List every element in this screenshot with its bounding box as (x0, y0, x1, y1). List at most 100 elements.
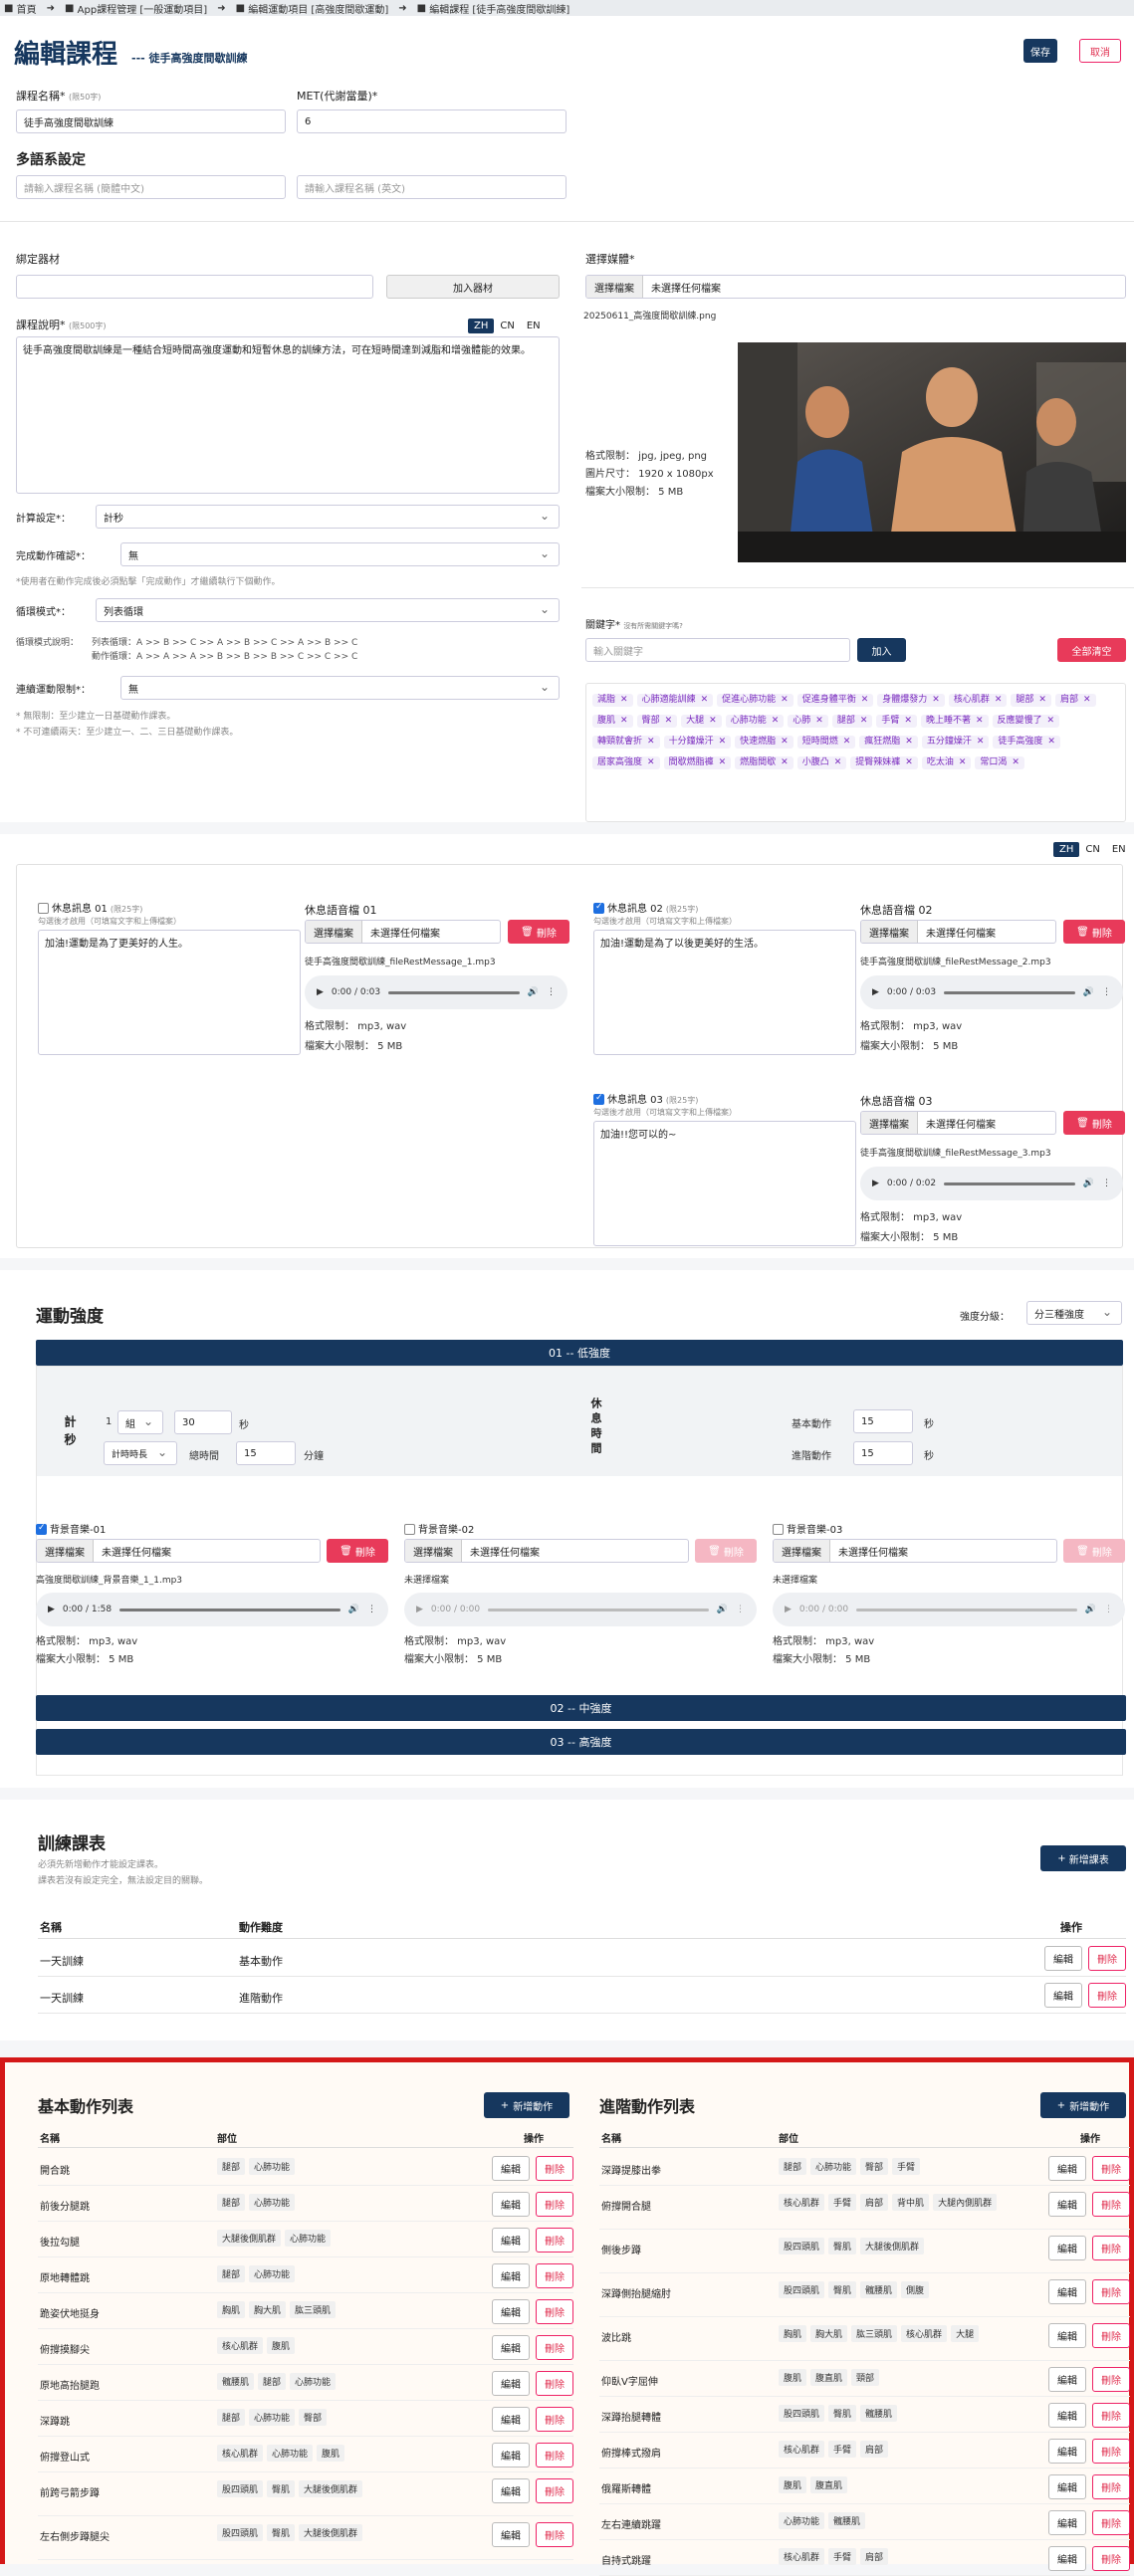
delete-button[interactable]: 刪除 (536, 2335, 573, 2360)
delete-button[interactable]: 刪除 (536, 2371, 573, 2396)
file-button[interactable]: 選擇檔案 (774, 1540, 830, 1562)
remove-tag-icon[interactable]: ✕ (861, 696, 869, 705)
audio-progress[interactable] (388, 990, 520, 994)
rest-audio-file-input[interactable]: 選擇檔案 未選擇任何檔案 (305, 920, 501, 944)
remove-tag-icon[interactable]: ✕ (976, 717, 984, 726)
equip-input[interactable] (16, 275, 373, 299)
delete-button[interactable]: 刪除 (536, 2407, 573, 2432)
remove-tag-icon[interactable]: ✕ (1047, 738, 1055, 747)
audio-player[interactable]: ▶ 0:00 / 1:58 🔊 ⋮ (36, 1593, 388, 1626)
edit-button[interactable]: 編輯 (492, 2156, 530, 2181)
audio-progress[interactable] (488, 1608, 709, 1611)
remove-tag-icon[interactable]: ✕ (781, 738, 789, 747)
rest-message-textarea[interactable]: 加油!運動是為了以後更美好的生活。 (593, 930, 856, 1055)
more-icon[interactable]: ⋮ (736, 1605, 745, 1614)
audio-player[interactable]: ▶ 0:00 / 0:03 🔊 ⋮ (860, 975, 1123, 1009)
remove-tag-icon[interactable]: ✕ (905, 738, 913, 747)
edit-button[interactable]: 編輯 (1048, 2156, 1086, 2181)
remove-tag-icon[interactable]: ✕ (781, 696, 789, 705)
remove-tag-icon[interactable]: ✕ (977, 738, 985, 747)
audio-player[interactable]: ▶ 0:00 / 0:02 🔊 ⋮ (860, 1167, 1123, 1200)
edit-button[interactable]: 編輯 (492, 2228, 530, 2253)
remove-tag-icon[interactable]: ✕ (995, 696, 1003, 705)
name-cn-input[interactable]: 請輸入課程名稱 (簡體中文) (16, 175, 286, 199)
edit-button[interactable]: 編輯 (492, 2371, 530, 2396)
rest-message-checkbox[interactable] (593, 902, 604, 914)
volume-icon[interactable]: 🔊 (348, 1605, 359, 1614)
remove-tag-icon[interactable]: ✕ (647, 738, 655, 747)
file-button[interactable]: 選擇檔案 (405, 1540, 462, 1562)
edit-button[interactable]: 編輯 (1044, 1946, 1082, 1971)
edit-button[interactable]: 編輯 (1048, 2474, 1086, 2499)
volume-icon[interactable]: 🔊 (1083, 987, 1094, 997)
edit-button[interactable]: 編輯 (492, 2522, 530, 2547)
remove-tag-icon[interactable]: ✕ (1038, 696, 1046, 705)
rest-message-textarea[interactable]: 加油!!您可以的~ (593, 1121, 856, 1246)
adv-list-add-button[interactable]: + 新增動作 (1040, 2092, 1126, 2118)
rest-audio-file-input[interactable]: 選擇檔案 未選擇任何檔案 (860, 920, 1056, 944)
audio-progress[interactable] (119, 1608, 340, 1611)
delete-button[interactable]: 刪除 (1092, 2439, 1130, 2464)
breadcrumb-item[interactable]: App課程管理 [一般運動項目] (78, 1, 208, 16)
delete-button[interactable]: 刪除 (1092, 2474, 1130, 2499)
remove-tag-icon[interactable]: ✕ (959, 758, 967, 767)
add-keyword-button[interactable]: 加入 (857, 638, 906, 662)
desc-textarea[interactable]: 徒手高強度間歇訓練是一種結合短時間高強度運動和短暫休息的訓練方法，可在短時間達到… (16, 336, 560, 494)
delete-button[interactable]: 刪除 (1092, 2510, 1130, 2535)
remove-tag-icon[interactable]: ✕ (815, 717, 823, 726)
delete-button[interactable]: 刪除 (536, 2263, 573, 2288)
audio-progress[interactable] (856, 1608, 1077, 1611)
rest-message-textarea[interactable]: 加油!運動是為了更美好的人生。 (38, 930, 301, 1055)
edit-button[interactable]: 編輯 (492, 2192, 530, 2217)
lang-tab-en[interactable]: EN (521, 319, 547, 333)
delete-button[interactable]: 刪除 (536, 2443, 573, 2468)
remove-tag-icon[interactable]: ✕ (620, 696, 628, 705)
play-icon[interactable]: ▶ (416, 1605, 423, 1614)
bgm-file-input[interactable]: 選擇檔案 未選擇任何檔案 (773, 1539, 1057, 1563)
delete-button[interactable]: 刪除 (536, 2299, 573, 2324)
remove-tag-icon[interactable]: ✕ (834, 758, 842, 767)
delete-button[interactable]: 刪除 (536, 2522, 573, 2547)
edit-button[interactable]: 編輯 (1048, 2236, 1086, 2260)
edit-button[interactable]: 編輯 (1048, 2279, 1086, 2304)
delete-button[interactable]: 刪除 (1092, 2279, 1130, 2304)
file-button[interactable]: 選擇檔案 (306, 921, 362, 943)
remove-tag-icon[interactable]: ✕ (620, 717, 628, 726)
add-equipment-button[interactable]: 加入器材 (386, 275, 560, 299)
bgm-checkbox[interactable] (36, 1523, 47, 1535)
calc-select[interactable]: 計秒 (96, 505, 560, 529)
more-icon[interactable]: ⋮ (367, 1605, 376, 1614)
edit-button[interactable]: 編輯 (1048, 2546, 1086, 2571)
play-icon[interactable]: ▶ (48, 1605, 55, 1614)
audio-progress[interactable] (944, 990, 1075, 994)
edit-button[interactable]: 編輯 (1048, 2367, 1086, 2392)
mode-select[interactable]: 計時時長 (104, 1441, 177, 1465)
remove-tag-icon[interactable]: ✕ (843, 738, 851, 747)
met-input[interactable]: 6 (297, 109, 567, 133)
keyword-input[interactable]: 輸入關鍵字 (585, 638, 850, 662)
delete-audio-button[interactable]: 🗑 刪除 (1063, 920, 1125, 944)
adv-rest-input[interactable]: 15 (853, 1441, 913, 1465)
remove-tag-icon[interactable]: ✕ (1083, 696, 1091, 705)
audio-player[interactable]: ▶ 0:00 / 0:03 🔊 ⋮ (305, 975, 567, 1009)
lang-tab-zh[interactable]: ZH (468, 319, 495, 333)
intensity-band-mid[interactable]: 02 -- 中強度 (36, 1695, 1126, 1721)
total-time-input[interactable]: 15 (236, 1441, 296, 1465)
edit-button[interactable]: 編輯 (1048, 2510, 1086, 2535)
delete-button[interactable]: 刪除 (1092, 2323, 1130, 2348)
bgm-checkbox[interactable] (773, 1524, 784, 1535)
remove-tag-icon[interactable]: ✕ (772, 717, 780, 726)
rest-audio-file-input[interactable]: 選擇檔案 未選擇任何檔案 (860, 1111, 1056, 1135)
remove-tag-icon[interactable]: ✕ (709, 717, 717, 726)
audio-player[interactable]: ▶ 0:00 / 0:00 🔊 ⋮ (404, 1593, 757, 1626)
delete-button[interactable]: 刪除 (1092, 2546, 1130, 2571)
delete-audio-button[interactable]: 🗑 刪除 (1063, 1111, 1125, 1135)
delete-button[interactable]: 刪除 (536, 2192, 573, 2217)
seconds-input[interactable]: 30 (174, 1410, 232, 1434)
lang-tab-en[interactable]: EN (1106, 842, 1132, 857)
file-button[interactable]: 選擇檔案 (861, 1112, 918, 1134)
delete-button[interactable]: 刪除 (1088, 1983, 1126, 2008)
rest-message-checkbox[interactable] (38, 903, 49, 914)
basic-list-add-button[interactable]: + 新增動作 (484, 2092, 569, 2118)
remove-tag-icon[interactable]: ✕ (860, 717, 868, 726)
